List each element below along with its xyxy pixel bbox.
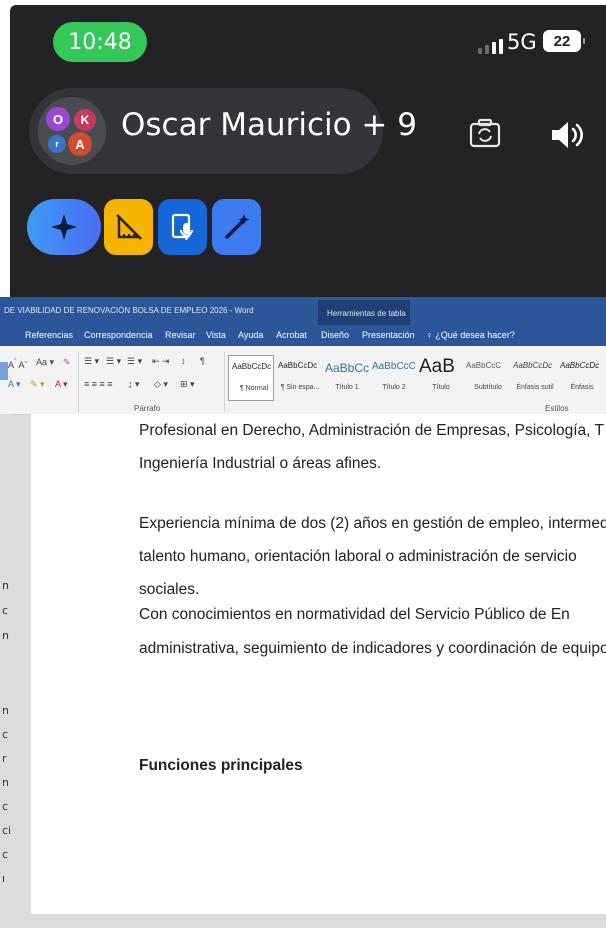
- style-enfasis[interactable]: AaBbCcDc Énfasis: [557, 355, 603, 399]
- speaker-icon[interactable]: [546, 115, 586, 155]
- style-titulo-2[interactable]: AaBbCcC Título 2: [369, 355, 416, 399]
- tab-vista[interactable]: Vista: [206, 330, 226, 340]
- line-spacing-icon[interactable]: ↨ ▾: [128, 379, 140, 390]
- camera-flip-icon[interactable]: [466, 115, 504, 153]
- shading-icon[interactable]: ◇ ▾: [154, 379, 168, 390]
- document-line: Con conocimientos en normatividad del Se…: [139, 606, 570, 623]
- group-label-paragraph: Párrafo: [134, 404, 161, 413]
- sparkle-ai-icon[interactable]: [27, 199, 101, 255]
- bullets-icon[interactable]: ☰ ▾: [84, 356, 99, 367]
- avatar-group: O K r A: [38, 97, 106, 165]
- tab-presentacion[interactable]: Presentación: [362, 330, 415, 340]
- text-effects-icon[interactable]: A ▾: [8, 379, 21, 390]
- crossed-ruler-icon[interactable]: [104, 199, 153, 255]
- tell-me-box[interactable]: ♀ ¿Qué desea hacer?: [426, 330, 515, 340]
- document-page[interactable]: Profesional en Derecho, Administración d…: [31, 414, 606, 914]
- borders-icon[interactable]: ⊞ ▾: [180, 379, 195, 390]
- title-bar: DE VIABILIDAD DE RENOVACIÓN BOLSA DE EMP…: [0, 297, 606, 325]
- style-subtitulo[interactable]: AaBbCcC Subtítulo: [463, 355, 509, 399]
- status-time[interactable]: 10:48: [53, 22, 147, 62]
- ribbon-tabs: Referencias Correspondencia Revisar Vist…: [0, 325, 606, 346]
- document-title: DE VIABILIDAD DE RENOVACIÓN BOLSA DE EMP…: [4, 306, 254, 315]
- style-sin-espaciado[interactable]: AaBbCcDc ¶ Sin espa...: [275, 355, 321, 399]
- tab-referencias[interactable]: Referencias: [25, 330, 73, 340]
- document-line: Ingeniería Industrial o áreas afines.: [139, 455, 382, 472]
- align-icon[interactable]: ≡ ≡ ≡ ≡: [84, 379, 113, 389]
- document-line: sociales.: [139, 581, 200, 598]
- group-label-styles: Estilos: [545, 404, 569, 413]
- avatar: O: [46, 107, 70, 131]
- tab-ayuda[interactable]: Ayuda: [238, 330, 263, 340]
- tab-acrobat[interactable]: Acrobat: [276, 330, 307, 340]
- grow-font-icon[interactable]: Aˆ Aˇ: [8, 357, 28, 370]
- style-titulo-1[interactable]: AaBbCc Título 1: [322, 355, 369, 399]
- battery-level: 22: [553, 32, 571, 50]
- document-line: talento humano, orientación laboral o ad…: [139, 548, 577, 565]
- document-line: Experiencia mínima de dos (2) años en ge…: [139, 515, 606, 532]
- clear-format-icon[interactable]: ✎: [63, 357, 71, 368]
- document-line: Profesional en Derecho, Administración d…: [139, 422, 604, 439]
- numbering-icon[interactable]: ☰ ▾: [106, 356, 121, 367]
- change-case-icon[interactable]: Aa ▾: [36, 357, 54, 368]
- caller-pill[interactable]: O K r A Oscar Mauricio + 9: [29, 88, 417, 174]
- signal-strength-icon: [478, 39, 503, 54]
- highlight-icon[interactable]: ✎ ▾: [30, 379, 45, 390]
- left-edge-strip: n c n n c r n c ci c ı: [0, 362, 12, 928]
- multilevel-list-icon[interactable]: ☰ ▾: [127, 356, 142, 367]
- tab-diseno[interactable]: Diseño: [321, 330, 349, 340]
- section-heading: Funciones principales: [139, 757, 303, 774]
- avatar: A: [68, 132, 92, 156]
- tab-revisar[interactable]: Revisar: [165, 330, 196, 340]
- magic-wand-icon[interactable]: [212, 199, 261, 255]
- indent-icon[interactable]: ⇤ ⇥: [152, 356, 170, 367]
- avatar: r: [48, 135, 66, 153]
- styles-gallery: AaBbCcDc ¶ Normal AaBbCcDc ¶ Sin espa...…: [228, 355, 606, 401]
- caller-name: Oscar Mauricio + 9: [121, 107, 417, 143]
- network-type: 5G: [507, 30, 537, 54]
- word-window: DE VIABILIDAD DE RENOVACIÓN BOLSA DE EMP…: [0, 297, 606, 928]
- document-line: administrativa, seguimiento de indicador…: [139, 640, 606, 657]
- tab-correspondencia[interactable]: Correspondencia: [84, 330, 153, 340]
- font-color-icon[interactable]: A ▾: [55, 379, 68, 390]
- style-titulo[interactable]: AaB Título: [416, 355, 462, 399]
- ribbon: Aˆ Aˇ Aa ▾ ✎ A ▾ ✎ ▾ A ▾ ☰ ▾ ☰ ▾ ☰ ▾ ⇤ ⇥…: [0, 346, 606, 415]
- pilcrow-icon[interactable]: ¶: [200, 356, 205, 366]
- avatar: K: [74, 109, 96, 131]
- style-enfasis-sutil[interactable]: AaBbCcDc Énfasis sutil: [510, 355, 556, 399]
- battery-icon: 22: [543, 30, 585, 52]
- context-tab: Herramientas de tabla: [318, 300, 410, 325]
- lightbulb-icon: ♀: [426, 330, 436, 340]
- mic-document-icon[interactable]: [158, 199, 207, 255]
- sort-icon[interactable]: ↕: [181, 356, 186, 366]
- style-normal[interactable]: AaBbCcDc ¶ Normal: [228, 355, 274, 401]
